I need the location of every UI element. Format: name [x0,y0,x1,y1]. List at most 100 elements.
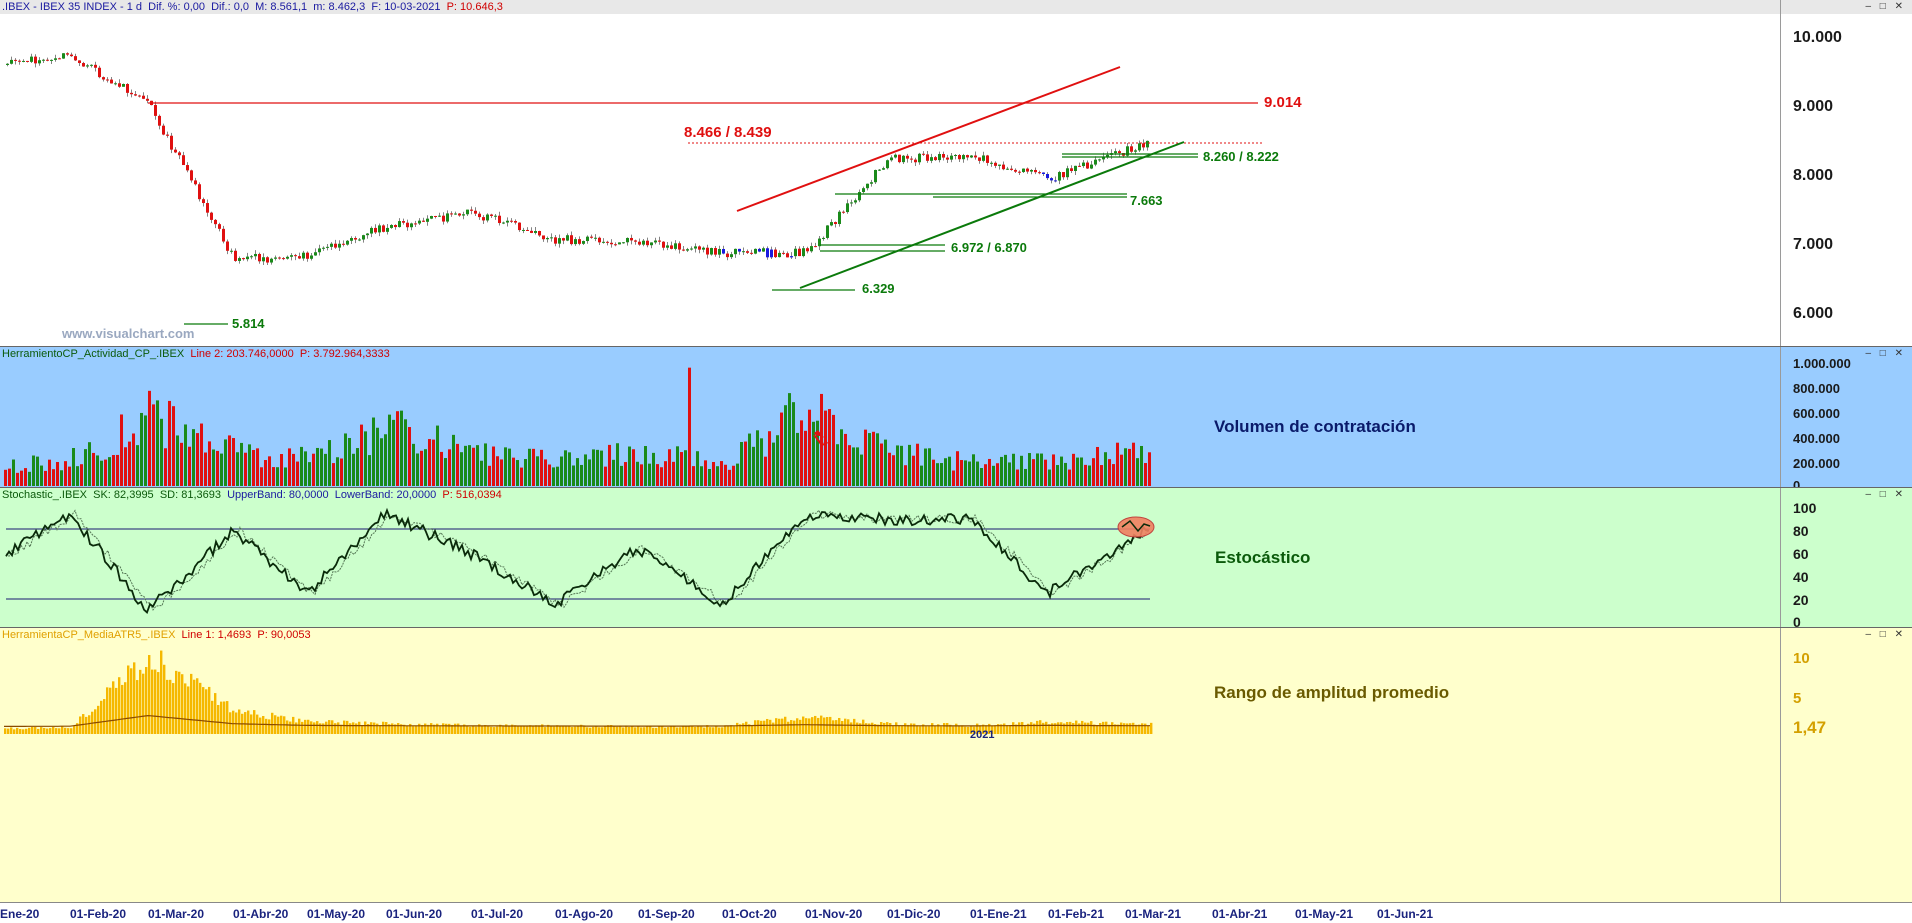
label-6329: 6.329 [862,281,895,296]
volume-bar [1016,469,1019,486]
atr-bar [823,717,826,734]
volume-bar [936,463,939,486]
stochastic-panel[interactable]: Stochastic_.IBEX SK: 82,3995 SD: 81,3693… [0,487,1912,627]
candle [418,220,421,224]
volume-bar [276,467,279,486]
volume-bar [532,448,535,486]
label-7663: 7.663 [1130,193,1163,208]
volume-bar [880,443,883,486]
volume-bar [284,467,287,486]
atr-bar [1024,724,1027,734]
volume-bar [52,469,55,486]
candle [562,238,565,241]
atr-bar [703,727,706,734]
candle [942,154,945,158]
atr-bar [832,720,835,734]
candle [1026,168,1029,172]
candle [1130,146,1133,152]
price-panel[interactable]: .IBEX - IBEX 35 INDEX - 1 d Dif. %: 0,00… [0,0,1912,346]
volume-bar [68,466,71,486]
candle [1106,154,1109,157]
volume-bar [996,463,999,486]
candle [1114,151,1117,154]
candle [1046,174,1049,179]
atr-bar [262,716,265,734]
atr-bar [625,725,628,734]
atr-bar [244,712,247,734]
atr-panel[interactable]: HerramientaCP_MediaATR5_.IBEX Line 1: 1,… [0,627,1912,902]
volume-bar [400,410,403,486]
candle [246,256,249,260]
atr-bar [184,683,187,734]
volume-bar [204,452,207,486]
volume-bar [412,443,415,486]
volume-bar [628,446,631,486]
atr-bar [1099,723,1102,734]
volume-bar [180,442,183,486]
volume-bar [420,450,423,486]
atr-bar [856,722,859,734]
atr-bar [217,705,220,734]
volume-bar [184,424,187,486]
volume-bar [836,444,839,486]
atr-bar [571,727,574,734]
volume-bar [64,461,67,486]
volume-bar [556,466,559,486]
volume-bar [764,456,767,486]
volume-bar [972,454,975,486]
candle [1094,159,1097,165]
volume-bar [376,427,379,486]
atr-bar [682,726,685,734]
atr-bar [562,726,565,734]
atr-bar [568,725,571,734]
volume-bar [456,443,459,486]
volume-bar [636,461,639,486]
candle [270,258,273,263]
candle [1134,150,1137,152]
atr-bar [598,727,601,734]
stoch-tick: 40 [1793,569,1809,585]
candle [886,160,889,169]
atr-bar [337,722,340,734]
volume-bar [288,448,291,486]
volume-bar [216,450,219,486]
atr-bar [1057,722,1060,734]
atr-bar [736,722,739,734]
candle [258,253,261,262]
candle [574,239,577,245]
candle [70,54,73,57]
candle [446,213,449,222]
candle [754,248,757,254]
price-tick: 8.000 [1793,167,1834,184]
stoch-tick: 0 [1793,614,1801,627]
candle [218,224,221,229]
candle [370,227,373,234]
candle [822,237,825,239]
candle [450,213,453,215]
candle [106,79,109,81]
volume-bar [444,458,447,486]
candle [782,252,785,254]
candle [762,248,765,252]
candle [294,255,297,257]
atr-bar [847,719,850,734]
atr-bar [124,682,127,734]
candle [658,240,661,242]
candle [98,67,101,78]
atr-bar [46,728,49,734]
atr-bar [622,727,625,734]
candle [642,240,645,245]
candle [482,217,485,221]
volume-bar [736,463,739,486]
candle [82,63,85,67]
atr-bar [340,724,343,734]
volume-panel[interactable]: HerramientoCP_Actividad_CP_.IBEX Line 2:… [0,346,1912,487]
volume-bar [124,447,127,486]
candle [918,153,921,163]
atr-bar [1150,722,1153,734]
volume-bar [308,462,311,486]
volume-bar [360,424,363,486]
atr-bar [526,726,529,734]
atr-bar [391,723,394,734]
atr-bar [790,720,793,734]
